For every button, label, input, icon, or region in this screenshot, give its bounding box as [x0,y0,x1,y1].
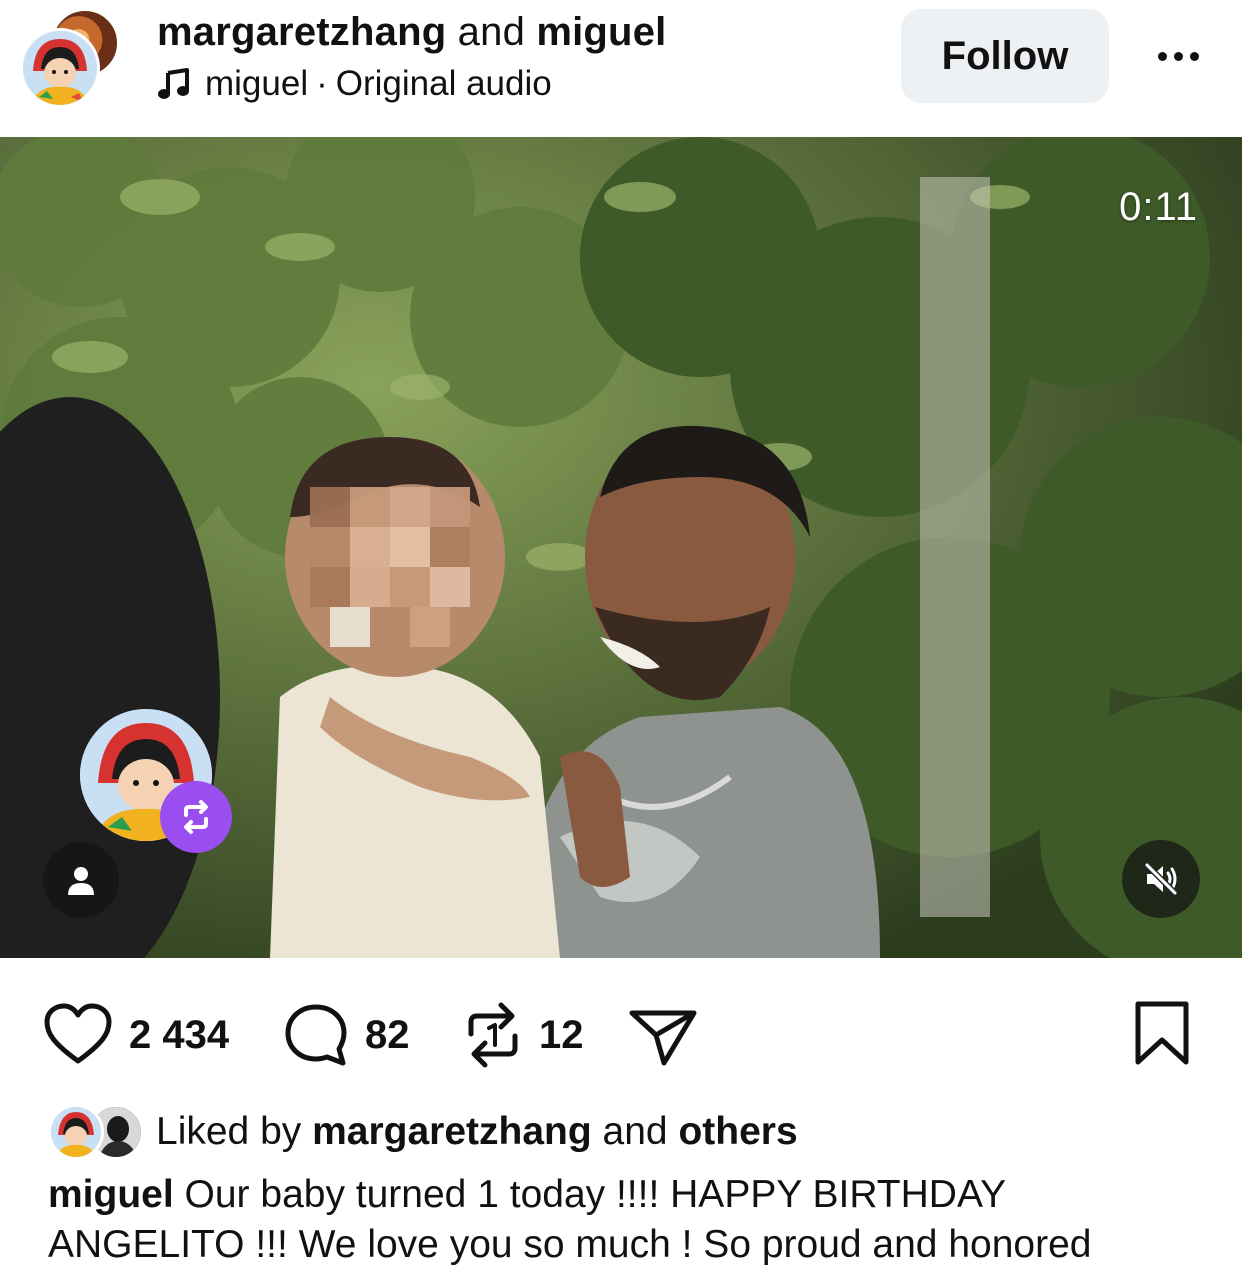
liker-avatar-margaretzhang [48,1104,104,1160]
liked-by-user[interactable]: margaretzhang [312,1110,592,1153]
repost-icon [160,781,232,853]
post-actions: 2 434 82 12 [0,990,1242,1080]
and-label: and [457,10,526,54]
liked-by-text: Liked by margaretzhang and others [156,1110,798,1154]
audio-title: Original audio [335,64,552,103]
like-action[interactable]: 2 434 [43,990,229,1080]
tagged-users-button[interactable] [43,842,119,918]
avatar-margaretzhang[interactable] [20,28,100,108]
mute-toggle-button[interactable] [1122,840,1200,918]
video-player[interactable]: 0:11 [0,137,1242,958]
caption-text-continued: ANGELITO !!! We love you so much ! So pr… [48,1223,1092,1266]
post-caption: miguel Our baby turned 1 today !!!! HAPP… [48,1170,1208,1270]
post-header: margaretzhang and miguel miguel · Origin… [0,0,1242,137]
heart-icon[interactable] [43,1003,113,1067]
video-timer: 0:11 [1119,185,1198,229]
caption-text: Our baby turned 1 today !!!! HAPPY BIRTH… [184,1173,1007,1216]
more-options-icon[interactable] [1148,38,1208,74]
username-margaretzhang[interactable]: margaretzhang [157,10,446,54]
liked-by-row[interactable]: Liked by margaretzhang and others [48,1102,798,1162]
liked-by-prefix: Liked by [156,1110,302,1153]
comments-count: 82 [365,1012,410,1057]
audio-artist: miguel [205,64,309,103]
repost-action[interactable]: 12 [463,990,584,1080]
send-icon[interactable] [628,1003,698,1067]
liked-by-and: and [602,1110,668,1153]
liked-by-others[interactable]: others [678,1110,797,1153]
bookmark-icon[interactable] [1132,1000,1192,1066]
person-icon [68,867,94,895]
username-miguel[interactable]: miguel [536,10,666,54]
comment-bubble-icon[interactable] [283,1002,349,1068]
audio-info[interactable]: miguel · Original audio [157,64,552,104]
caption-username[interactable]: miguel [48,1173,174,1216]
music-note-icon [158,68,189,99]
repost-arrows-icon[interactable] [463,1000,523,1070]
collab-avatars[interactable] [20,8,120,108]
share-action[interactable] [628,990,698,1080]
reposts-count: 12 [539,1012,584,1057]
post-title: margaretzhang and miguel [157,10,666,55]
save-action[interactable] [1132,1000,1192,1071]
speaker-muted-icon [1144,862,1178,896]
audio-separator: · [316,64,328,103]
follow-button[interactable]: Follow [901,9,1109,103]
likes-count: 2 434 [129,1012,230,1057]
comment-action[interactable]: 82 [283,990,410,1080]
